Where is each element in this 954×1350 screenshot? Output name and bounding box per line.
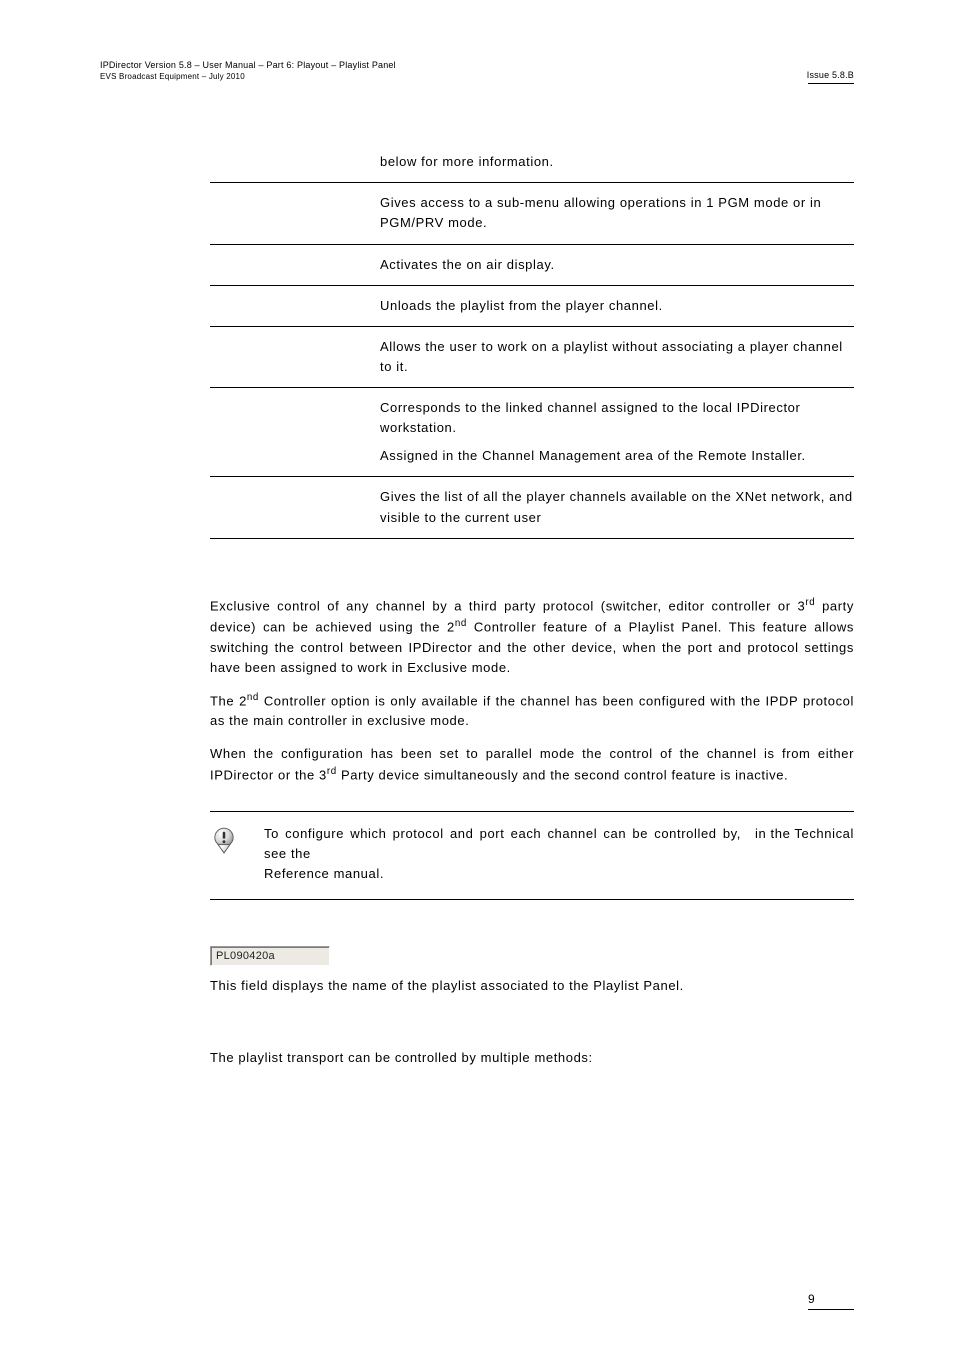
playlist-name-field-screenshot: PL090420a xyxy=(210,946,330,966)
header-issue: Issue 5.8.B xyxy=(807,70,854,82)
table-row xyxy=(210,285,380,326)
body-paragraph: The playlist transport can be controlled… xyxy=(210,1048,854,1068)
table-cell-line: Corresponds to the linked channel assign… xyxy=(380,398,854,438)
body-paragraph: The 2nd Controller option is only availa… xyxy=(210,690,854,732)
header-doc-subtitle: EVS Broadcast Equipment – July 2010 xyxy=(100,72,396,82)
header-doc-title: IPDirector Version 5.8 – User Manual – P… xyxy=(100,60,396,72)
table-row xyxy=(210,183,380,244)
table-row xyxy=(210,244,380,285)
page-header: IPDirector Version 5.8 – User Manual – P… xyxy=(100,60,854,82)
table-cell: Gives access to a sub-menu allowing oper… xyxy=(380,183,854,244)
page-number-rule xyxy=(808,1309,854,1310)
caution-icon xyxy=(210,826,238,859)
options-table: below for more information. Gives access… xyxy=(210,142,854,539)
note-line: in the Technical xyxy=(755,824,854,864)
body-paragraph: This field displays the name of the play… xyxy=(210,976,854,996)
table-cell: Gives the list of all the player channel… xyxy=(380,477,854,538)
body-paragraph: Exclusive control of any channel by a th… xyxy=(210,595,854,678)
note-text: To configure which protocol and port eac… xyxy=(264,824,854,884)
table-cell: Activates the on air display. xyxy=(380,244,854,285)
table-cell: below for more information. xyxy=(380,142,854,183)
table-row xyxy=(210,326,380,387)
header-left: IPDirector Version 5.8 – User Manual – P… xyxy=(100,60,396,82)
body-paragraph: When the configuration has been set to p… xyxy=(210,744,854,786)
table-row xyxy=(210,477,380,538)
table-row xyxy=(210,142,380,183)
page-footer: 9 xyxy=(808,1292,854,1310)
table-cell: Allows the user to work on a playlist wi… xyxy=(380,326,854,387)
note-line: To configure which protocol and port eac… xyxy=(264,824,741,864)
table-cell-line: Assigned in the Channel Management area … xyxy=(380,446,854,466)
page-number: 9 xyxy=(808,1292,815,1308)
table-row xyxy=(210,388,380,477)
table-cell: Corresponds to the linked channel assign… xyxy=(380,388,854,477)
table-cell: Unloads the playlist from the player cha… xyxy=(380,285,854,326)
note-line: Reference manual. xyxy=(264,864,854,884)
note-block: To configure which protocol and port eac… xyxy=(210,811,854,899)
